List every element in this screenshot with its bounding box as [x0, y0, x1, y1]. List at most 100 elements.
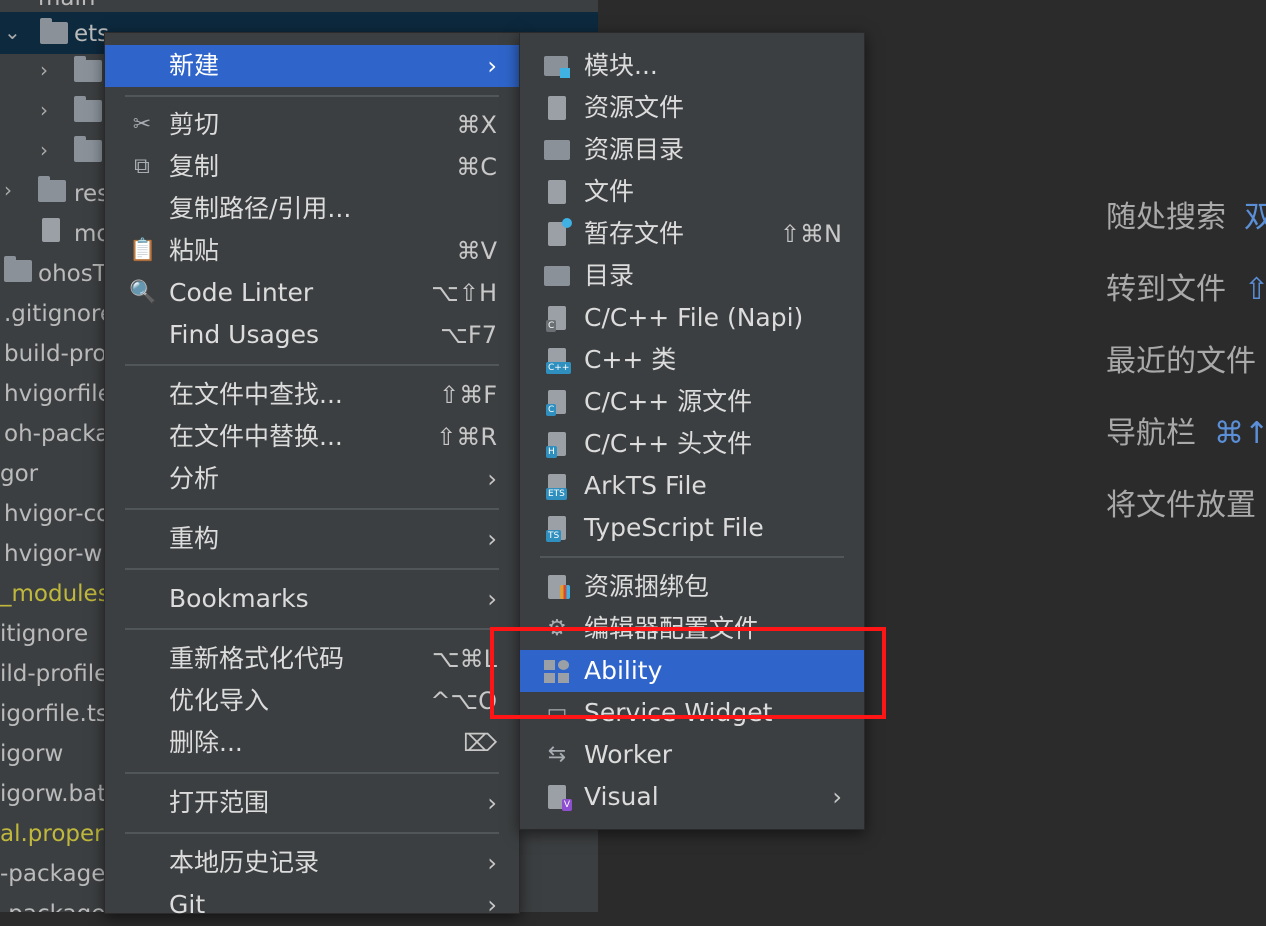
chevron-right-icon: › — [487, 585, 497, 613]
hint-recent-files: 最近的文件 — [1106, 344, 1256, 379]
file-icon — [544, 180, 570, 204]
typescript-file-icon: TS — [544, 516, 570, 542]
submenu-item-worker[interactable]: ⇆ Worker — [520, 734, 864, 776]
submenu-item-visual[interactable]: V Visual › — [520, 776, 864, 818]
submenu-item-cpp-header[interactable]: H C/C++ 头文件 — [520, 423, 864, 465]
folder-icon — [40, 18, 68, 44]
tree-item-hvigorw-bat[interactable]: igorw.bat — [0, 774, 106, 814]
menu-separator — [125, 772, 499, 774]
submenu-item-cpp-source[interactable]: C C/C++ 源文件 — [520, 381, 864, 423]
chevron-right-icon: › — [487, 789, 497, 817]
context-menu: 新建 › ✂ 剪切 ⌘X ⧉ 复制 ⌘C 复制路径/引用... 📋 粘贴 ⌘V 🔍 Co… — [104, 32, 520, 919]
chevron-right-icon[interactable]: › — [40, 138, 48, 162]
folder-icon — [74, 96, 102, 122]
worker-icon: ⇆ — [547, 742, 567, 767]
submenu-item-resource-bundle[interactable]: 资源捆绑包 — [520, 566, 864, 608]
folder-icon — [74, 136, 102, 162]
chevron-right-icon: › — [487, 849, 497, 877]
folder-icon — [544, 138, 570, 162]
tree-item-hvigor-config[interactable]: hvigor-co — [4, 494, 110, 534]
menu-item-copy-path[interactable]: 复制路径/引用... — [105, 188, 519, 230]
tree-item-hvigorfile-root[interactable]: igorfile.ts — [0, 694, 108, 734]
menu-item-git[interactable]: Git › — [105, 884, 519, 926]
menu-item-bookmarks[interactable]: Bookmarks › — [105, 578, 519, 620]
menu-item-cut[interactable]: ✂ 剪切 ⌘X — [105, 104, 519, 146]
menu-separator — [125, 364, 499, 366]
menu-item-copy[interactable]: ⧉ 复制 ⌘C — [105, 146, 519, 188]
clipboard-icon: 📋 — [129, 238, 157, 263]
chevron-down-icon[interactable]: ⌄ — [4, 20, 21, 44]
menu-item-optimize-imports[interactable]: 优化导入 ^⌥O — [105, 680, 519, 722]
hint-navigation-bar: 导航栏 ⌘↑ — [1106, 416, 1266, 451]
resource-file-icon — [544, 96, 570, 120]
tree-item-oh-modules[interactable]: _modules — [0, 574, 110, 614]
chevron-right-icon: › — [487, 525, 497, 553]
scratch-file-icon — [544, 218, 572, 246]
cpp-class-icon: C++ — [544, 348, 572, 374]
menu-separator — [125, 568, 499, 570]
hint-go-to-file: 转到文件 ⇧ — [1106, 272, 1266, 307]
tree-item-build-profile-root[interactable]: ild-profile — [0, 654, 108, 694]
submenu-item-resource-file[interactable]: 资源文件 — [520, 87, 864, 129]
tree-item-build-profile[interactable]: build-pro — [4, 334, 106, 374]
menu-separator — [125, 628, 499, 630]
scissors-icon: ✂ — [132, 112, 152, 137]
chevron-right-icon: › — [487, 891, 497, 919]
c-header-icon: H — [544, 432, 570, 458]
tree-item-ohos[interactable]: ohosT — [38, 254, 107, 294]
menu-item-refactor[interactable]: 重构 › — [105, 518, 519, 560]
hint-drop-files: 将文件放置 — [1106, 488, 1256, 523]
tree-item-hvigor[interactable]: gor — [0, 454, 38, 494]
menu-item-code-linter[interactable]: 🔍 Code Linter ⌥⇧H — [105, 272, 519, 314]
hint-search-everywhere: 随处搜索双 — [1106, 200, 1266, 235]
menu-item-open-in[interactable]: 打开范围 › — [105, 782, 519, 824]
tree-item-oh-package-lock[interactable]: -package — [0, 894, 105, 912]
chevron-right-icon[interactable]: › — [4, 178, 12, 202]
menu-separator — [125, 832, 499, 834]
magnifier-code-icon: 🔍 — [129, 280, 157, 305]
folder-icon — [544, 264, 570, 288]
menu-item-delete[interactable]: 删除... ⌦ — [105, 722, 519, 764]
tree-item-gitignore-root[interactable]: itignore — [0, 614, 88, 654]
annotation-highlight-box — [490, 627, 886, 719]
tree-item-oh-package-root[interactable]: -package — [0, 854, 105, 894]
submenu-item-arkts-file[interactable]: ETS ArkTS File — [520, 465, 864, 507]
menu-item-find-in-files[interactable]: 在文件中查找... ⇧⌘F — [105, 374, 519, 416]
chevron-right-icon: › — [487, 465, 497, 493]
chevron-right-icon[interactable]: › — [40, 98, 48, 122]
c-file-icon: C — [544, 306, 570, 332]
menu-item-reformat-code[interactable]: 重新格式化代码 ⌥⌘L — [105, 638, 519, 680]
chevron-right-icon[interactable]: › — [40, 58, 48, 82]
arkts-file-icon: ETS — [544, 474, 570, 500]
menu-separator — [125, 95, 499, 97]
menu-item-paste[interactable]: 📋 粘贴 ⌘V — [105, 230, 519, 272]
menu-item-replace-in-files[interactable]: 在文件中替换... ⇧⌘R — [105, 416, 519, 458]
menu-item-find-usages[interactable]: Find Usages ⌥F7 — [105, 314, 519, 356]
tree-item-oh-package[interactable]: oh-packa — [4, 414, 109, 454]
resource-bundle-icon — [544, 575, 570, 599]
c-source-icon: C — [544, 390, 570, 416]
tree-item-gitignore[interactable]: .gitignore — [4, 294, 114, 334]
folder-icon — [74, 56, 102, 82]
submenu-item-cpp-class[interactable]: C++ C++ 类 — [520, 339, 864, 381]
file-icon — [42, 218, 60, 242]
copy-icon: ⧉ — [134, 154, 150, 179]
chevron-right-icon: › — [487, 52, 497, 80]
menu-item-local-history[interactable]: 本地历史记录 › — [105, 842, 519, 884]
submenu-item-directory[interactable]: 目录 — [520, 255, 864, 297]
submenu-item-resource-dir[interactable]: 资源目录 — [520, 129, 864, 171]
menu-separator — [125, 508, 499, 510]
submenu-item-cpp-napi[interactable]: C C/C++ File (Napi) — [520, 297, 864, 339]
tree-item-hvigor-wrapper[interactable]: hvigor-w — [4, 534, 102, 574]
submenu-item-module[interactable]: 模块... — [520, 45, 864, 87]
submenu-item-scratch-file[interactable]: 暂存文件 ⇧⌘N — [520, 213, 864, 255]
tree-item-hvigorw[interactable]: igorw — [0, 734, 63, 774]
menu-item-new[interactable]: 新建 › — [105, 45, 519, 87]
folder-icon — [4, 256, 32, 282]
submenu-item-typescript-file[interactable]: TS TypeScript File — [520, 507, 864, 549]
submenu-item-file[interactable]: 文件 — [520, 171, 864, 213]
tree-item-local-properties[interactable]: al.proper — [0, 814, 104, 854]
folder-icon — [38, 176, 66, 202]
tree-item-hvigorfile[interactable]: hvigorfile — [4, 374, 112, 414]
menu-item-analyze[interactable]: 分析 › — [105, 458, 519, 500]
